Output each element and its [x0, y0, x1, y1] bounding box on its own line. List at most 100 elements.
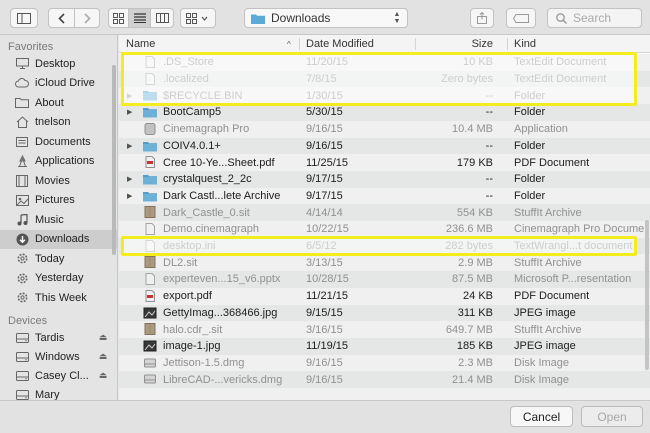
file-kind: PDF Document: [514, 156, 590, 169]
file-date: 9/15/15: [306, 306, 343, 319]
sidebar-item-windows[interactable]: Windows ⏏: [0, 347, 117, 366]
share-button[interactable]: [470, 8, 494, 28]
sidebar-item-casey-cl[interactable]: Casey Cl... ⏏: [0, 366, 117, 385]
table-row[interactable]: Cree 10-Ye...Sheet.pdf 11/25/15 179 KB PDF …: [119, 154, 650, 171]
folder-icon: [15, 96, 29, 110]
sidebar-item-label: Pictures: [35, 194, 75, 206]
folder-file-icon: [143, 190, 157, 202]
sidebar-item-label: Mary: [35, 388, 60, 401]
sidebar-icon: [17, 12, 31, 24]
tags-button[interactable]: [506, 8, 536, 28]
cancel-button[interactable]: Cancel: [510, 406, 573, 427]
table-row[interactable]: export.pdf 11/21/15 24 KB PDF Document: [119, 288, 650, 305]
table-row[interactable]: GettyImag...368466.jpg 9/15/15 311 KB JPEG …: [119, 304, 650, 322]
sidebar-item-yesterday[interactable]: Yesterday: [0, 269, 117, 288]
archive-file-icon: [143, 323, 157, 336]
table-row[interactable]: experteven...15_v6.pptx 10/28/15 87.5 MB Mi…: [119, 271, 650, 288]
file-name: Dark_Castle_0.sit: [163, 206, 250, 219]
movies-icon: [15, 174, 29, 188]
table-row[interactable]: image-1.jpg 11/19/15 185 KB JPEG image: [119, 337, 650, 355]
open-button[interactable]: Open: [581, 406, 643, 427]
file-kind: Cinemagraph Pro Document: [514, 223, 646, 236]
table-row[interactable]: ▶ BootCamp5 5/30/15 -- Folder: [119, 104, 650, 121]
sidebar-item-documents[interactable]: Documents: [0, 132, 117, 151]
file-size: 236.6 MB: [445, 223, 493, 236]
archive-file-icon: [143, 206, 157, 219]
column-date[interactable]: Date Modified: [306, 35, 374, 53]
file-kind: StuffIt Archive: [514, 206, 582, 219]
eject-icon[interactable]: ⏏: [96, 332, 110, 343]
sidebar-item-icloud-drive[interactable]: iCloud Drive: [0, 74, 117, 93]
file-date: 11/21/15: [306, 290, 349, 303]
icon-view-button[interactable]: [109, 9, 129, 27]
cloud-icon: [15, 76, 29, 90]
column-name[interactable]: Name: [126, 35, 155, 53]
disclosure-triangle-icon[interactable]: ▶: [127, 192, 132, 200]
list-view-button[interactable]: [129, 9, 151, 27]
forward-button[interactable]: [75, 9, 99, 27]
sidebar-item-tardis[interactable]: Tardis ⏏: [0, 328, 117, 347]
file-date: 9/16/15: [306, 373, 343, 386]
sidebar-item-movies[interactable]: Movies: [0, 171, 117, 190]
file-kind: Microsoft P...resentation: [514, 273, 632, 286]
file-size: 311 KB: [457, 306, 493, 319]
table-row[interactable]: Dark_Castle_0.sit 4/14/14 554 KB StuffIt Ar…: [119, 204, 650, 221]
search-field[interactable]: Search: [547, 8, 642, 28]
file-size: 24 KB: [463, 290, 493, 303]
table-row[interactable]: DL2.sit 3/13/15 2.9 MB StuffIt Archive: [119, 254, 650, 271]
arrange-button[interactable]: [180, 8, 216, 28]
back-button[interactable]: [49, 9, 75, 27]
table-row[interactable]: Cinemagraph Pro 9/16/15 10.4 MB Application: [119, 121, 650, 138]
drive-icon: [15, 369, 29, 383]
column-size[interactable]: Size: [419, 35, 493, 53]
location-popup[interactable]: Downloads ▲ ▼: [244, 8, 408, 28]
file-size: 2.3 MB: [458, 356, 493, 369]
sidebar-item-label: Yesterday: [35, 272, 84, 284]
file-name: image-1.jpg: [163, 340, 221, 353]
column-view-button[interactable]: [151, 9, 173, 27]
file-name: Dark Castl...lete Archive: [163, 189, 281, 202]
table-row[interactable]: LibreCAD-...vericks.dmg 9/16/15 21.4 MB Dis…: [119, 371, 650, 388]
file-size: 649.7 MB: [445, 323, 493, 336]
downloads-icon: [15, 232, 29, 246]
sidebar-item-desktop[interactable]: Desktop: [0, 54, 117, 73]
sidebar-toggle-button[interactable]: [10, 8, 38, 28]
table-row[interactable]: Jettison-1.5.dmg 9/16/15 2.3 MB Disk Image: [119, 355, 650, 372]
chevron-right-icon: [84, 12, 91, 24]
toolbar: Downloads ▲ ▼ Search: [0, 0, 650, 35]
sidebar-item-tnelson[interactable]: tnelson: [0, 113, 117, 132]
list-scrollbar[interactable]: [645, 220, 649, 370]
table-row[interactable]: ▶ COIV4.0.1+ 9/16/15 -- Folder: [119, 137, 650, 155]
sidebar-item-pictures[interactable]: Pictures: [0, 191, 117, 210]
sidebar-scrollbar[interactable]: [112, 65, 116, 255]
disk-file-icon: [143, 373, 157, 385]
favorites-heading: Favorites: [8, 41, 54, 53]
file-kind: StuffIt Archive: [514, 323, 582, 336]
table-row[interactable]: ▶ crystalquest_2_2c 9/17/15 -- Folder: [119, 170, 650, 188]
sidebar-item-downloads[interactable]: Downloads: [0, 229, 117, 249]
file-name: Jettison-1.5.dmg: [163, 356, 245, 369]
sidebar-item-label: Today: [35, 252, 65, 265]
table-row[interactable]: halo.cdr_.sit 3/16/15 649.7 MB StuffIt Arch…: [119, 321, 650, 338]
sidebar-item-mary[interactable]: Mary: [0, 385, 117, 401]
file-kind: Folder: [514, 189, 546, 202]
disclosure-triangle-icon[interactable]: ▶: [127, 142, 132, 150]
disclosure-triangle-icon[interactable]: ▶: [127, 108, 132, 116]
eject-icon[interactable]: ⏏: [96, 370, 110, 381]
hidden-files-highlight: [121, 235, 637, 257]
file-size: 2.9 MB: [458, 256, 493, 269]
file-name: DL2.sit: [163, 256, 198, 269]
file-kind: Disk Image: [514, 373, 570, 386]
file-size: 554 KB: [456, 206, 493, 219]
sidebar-item-music[interactable]: Music: [0, 210, 117, 229]
column-kind[interactable]: Kind: [514, 35, 536, 53]
table-row[interactable]: ▶ Dark Castl...lete Archive 9/17/15 -- Folde…: [119, 188, 650, 205]
file-date: 9/17/15: [306, 173, 343, 186]
image-file-icon: [143, 340, 157, 352]
sidebar-item-today[interactable]: Today: [0, 249, 117, 268]
eject-icon[interactable]: ⏏: [96, 351, 110, 362]
sidebar-item-this-week[interactable]: This Week: [0, 288, 117, 307]
disclosure-triangle-icon[interactable]: ▶: [127, 175, 132, 183]
sidebar-item-applications[interactable]: Applications: [0, 152, 117, 171]
sidebar-item-about[interactable]: About: [0, 93, 117, 112]
